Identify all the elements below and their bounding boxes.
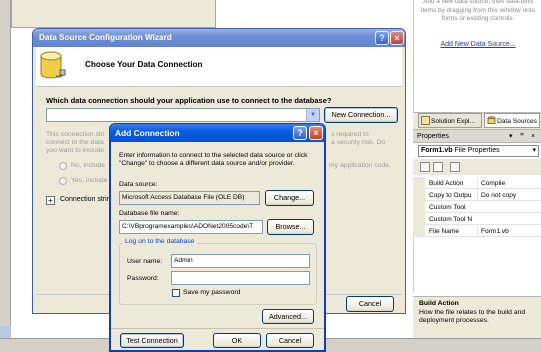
property-row[interactable]: Custom Tool N [425,214,541,225]
database-icon [40,51,66,79]
property-row[interactable]: Copy to Outpu Do not copy [425,190,541,201]
help-icon[interactable]: ? [375,31,389,45]
scroll-gutter[interactable] [0,326,11,338]
logon-group-label: Log on to the database [123,238,197,245]
property-row[interactable]: Custom Tool [425,202,541,213]
option-yes-label: Yes, include [71,177,108,184]
property-row[interactable]: Build Action Compile [425,178,541,189]
username-input[interactable]: Admin [171,254,310,268]
password-label: Password: [127,275,159,282]
data-sources-tab-label: Data Sources [497,118,537,125]
expand-icon[interactable]: + [46,196,55,205]
username-label: User name: [127,258,163,265]
object-type: File Properties [454,147,500,154]
disabled-text-2: connect to the data [46,139,104,146]
property-name: Copy to Outpu [429,192,472,199]
connection-question: Which data connection should your applic… [46,96,332,105]
properties-object-selector[interactable]: Form1.vb File Properties ▾ [418,145,539,157]
browse-button[interactable]: Browse... [267,219,314,235]
property-value: Form1.vb [477,226,541,237]
close-icon[interactable]: × [390,31,404,45]
property-name: Build Action [429,180,464,187]
radio-no[interactable] [59,162,67,170]
designer-panel [11,0,216,28]
property-name: Custom Tool [429,204,466,211]
db-file-label: Database file name: [119,210,180,217]
data-sources-icon [487,116,496,124]
property-name: Custom Tool N [429,216,473,223]
save-password-label: Save my password [183,289,241,296]
option-no-label: No, include [71,162,106,169]
ide-left-strip [0,0,11,352]
dialog-separator [111,328,324,329]
advanced-button[interactable]: Advanced... [262,309,314,324]
data-sources-hint: Add a new data source, then data-bind it… [420,0,536,22]
description-text: How the file relates to the build and de… [419,309,526,324]
wizard-title-bar: Data Source Configuration Wizard [33,29,405,47]
option-no-right: my application code. [329,162,391,169]
password-input[interactable] [171,271,310,285]
properties-title: Properties [417,133,449,140]
connection-string-label: Connection strin [60,196,111,203]
new-connection-button[interactable]: New Connection... [324,107,398,123]
property-value: Do not copy [477,190,541,201]
intro-text: Enter information to connect to the sele… [119,152,308,168]
db-file-input[interactable]: C:\VBprogramexamples\ADONet2005code\T [119,220,263,234]
solution-explorer-tab-label: Solution Expl... [431,118,475,125]
pin-icon[interactable]: ꟸ [520,130,524,143]
data-source-field: Microsoft Access Database File (OLE DB) [119,191,260,205]
description-title: Build Action [419,300,459,307]
property-row[interactable]: File Name Form1.vb [425,226,541,237]
wizard-cancel-button[interactable]: Cancel [346,296,394,312]
close-icon[interactable]: × [531,130,535,143]
wizard-heading: Choose Your Data Connection [85,60,203,69]
disabled-right-1: s required to [331,131,369,138]
alphabetical-icon[interactable] [433,162,443,172]
connection-combo[interactable]: ▼ [46,108,320,122]
data-source-label: Data source: [119,181,158,188]
disabled-text-1: This connection stri [46,131,105,138]
property-pages-icon[interactable] [450,162,460,172]
chevron-down-icon[interactable]: ▼ [306,109,319,121]
ok-button[interactable]: OK [213,333,261,348]
grid-gutter [413,177,425,237]
help-icon[interactable]: ? [293,126,307,140]
add-connection-title: Add Connection [115,128,180,138]
save-password-checkbox[interactable] [172,289,180,297]
solution-explorer-icon [421,116,430,125]
cancel-button[interactable]: Cancel [266,333,314,348]
change-button[interactable]: Change... [265,190,314,206]
property-value: Compile [477,178,541,189]
object-name: Form1.vb [421,147,453,154]
disabled-right-2: a security risk. Do [331,139,386,146]
properties-dropdown-icon[interactable]: ▾ [509,130,513,143]
close-icon[interactable]: × [309,126,323,140]
categorized-icon[interactable] [420,162,430,172]
test-connection-button[interactable]: Test Connection [120,333,184,348]
property-name: File Name [429,228,460,235]
wizard-title: Data Source Configuration Wizard [39,33,172,42]
chevron-down-icon: ▾ [532,147,536,154]
disabled-text-3: you want to include [46,147,105,154]
property-description: Build Action How the file relates to the… [413,296,541,338]
add-data-source-link[interactable]: Add New Data Source... [420,41,536,48]
radio-yes[interactable] [59,177,67,185]
